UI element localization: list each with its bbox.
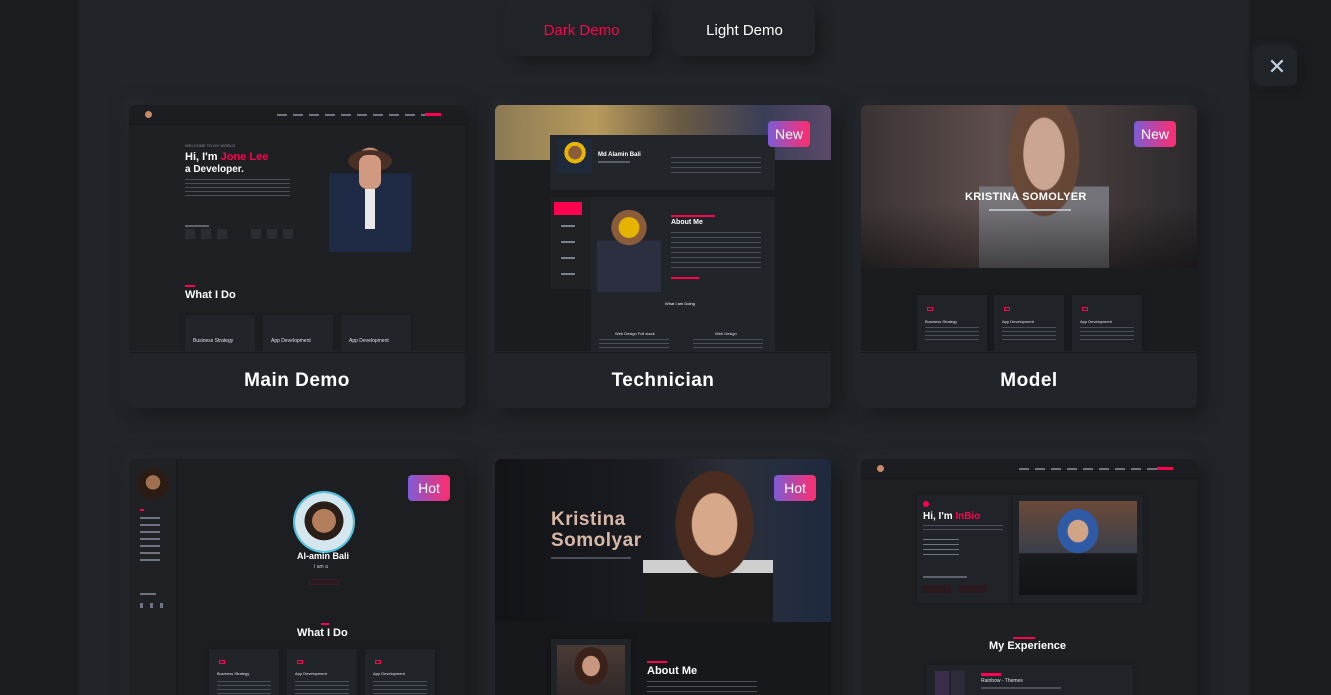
hero-greeting: Hi, I'm	[185, 151, 221, 163]
demo-title: Main Demo	[129, 352, 465, 408]
hero-first-name: Kristina	[551, 509, 626, 530]
demo-card-technician[interactable]: Md Alamin Bali About Me What I am Doing …	[495, 105, 831, 408]
demo-title: Model	[861, 352, 1197, 408]
close-button[interactable]: ✕	[1257, 48, 1297, 86]
demo-card-4[interactable]: Al-amin Bali I am a What I Do Business S…	[129, 459, 465, 695]
hero-photo	[643, 459, 773, 622]
new-badge: New	[1134, 121, 1176, 147]
section-title: My Experience	[989, 640, 1067, 652]
hero-greeting: Hi, I'm	[923, 511, 956, 522]
new-badge: New	[768, 121, 810, 147]
section-title: What I Do	[185, 289, 236, 301]
hero-photo	[1019, 501, 1137, 595]
hero-name: Jone Lee	[220, 151, 269, 163]
close-icon: ✕	[1267, 54, 1287, 79]
demo-card-5[interactable]: Kristina Somolyar About Me Hot	[495, 459, 831, 695]
demo-thumbnail: WELCOME TO MY WORLD Hi, I'm Jone Lee a D…	[129, 105, 465, 351]
demo-tabs: Dark Demo Light Demo	[511, 5, 815, 56]
demo-card-main[interactable]: WELCOME TO MY WORLD Hi, I'm Jone Lee a D…	[129, 105, 465, 408]
demo-title: Technician	[495, 352, 831, 408]
demo-thumbnail: Hi, I'm InBio My Experience Rainbow - Th…	[861, 459, 1197, 695]
hot-badge: Hot	[408, 475, 450, 501]
section-title: About Me	[671, 219, 703, 226]
hero-name: InBio	[955, 511, 981, 522]
demo-card-model[interactable]: KRISTINA SOMOLYER Business Strategy App …	[861, 105, 1197, 408]
tab-light-demo[interactable]: Light Demo	[674, 5, 815, 56]
hero-last-name: Somolyar	[551, 530, 642, 551]
demo-card-6[interactable]: Hi, I'm InBio My Experience Rainbow - Th…	[861, 459, 1197, 695]
tab-dark-demo[interactable]: Dark Demo	[511, 5, 652, 56]
profile-name: Al-amin Bali	[297, 551, 350, 561]
hero-name: KRISTINA SOMOLYER	[965, 191, 1087, 203]
section-title: What I Do	[297, 627, 348, 639]
section-title: About Me	[647, 665, 698, 677]
demo-modal: Dark Demo Light Demo WELCOME TO MY WORLD…	[79, 0, 1249, 695]
hot-badge: Hot	[774, 475, 816, 501]
